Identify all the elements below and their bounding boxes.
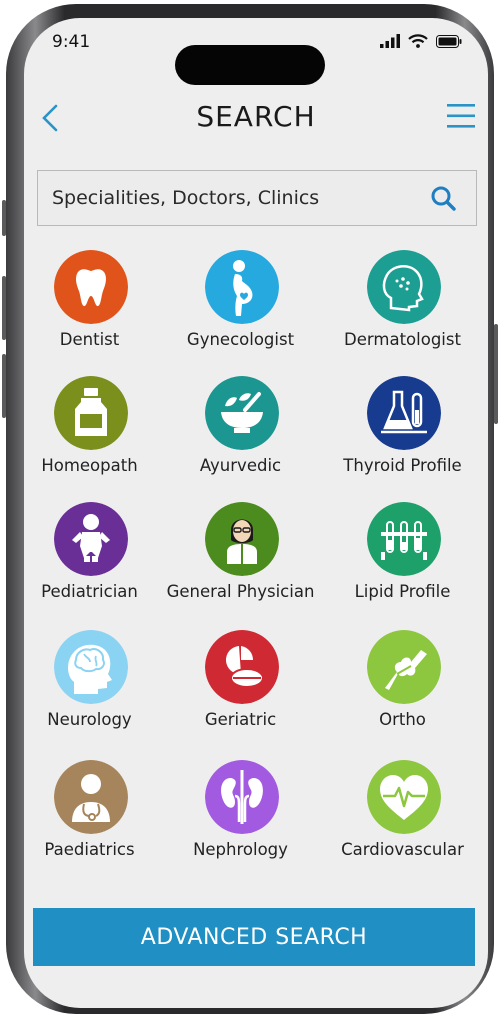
- bone-joint-icon: [367, 630, 441, 704]
- category-paediatrics[interactable]: Paediatrics: [24, 760, 167, 870]
- status-icons: [380, 34, 462, 48]
- category-label: Thyroid Profile: [343, 456, 462, 475]
- search-icon[interactable]: [430, 185, 456, 211]
- lab-flasks-icon: [367, 376, 441, 450]
- category-thyroid-profile[interactable]: Thyroid Profile: [325, 376, 480, 486]
- test-tubes-icon: [367, 502, 441, 576]
- category-circle: [367, 760, 441, 834]
- search-input[interactable]: [48, 171, 426, 225]
- category-label: Homeopath: [41, 456, 138, 475]
- cellular-signal-icon: [380, 34, 400, 48]
- category-circle: [367, 502, 441, 576]
- category-circle: [54, 250, 128, 324]
- category-label: General Physician: [166, 582, 315, 601]
- category-circle: [367, 630, 441, 704]
- volume-down-button: [2, 354, 6, 418]
- category-circle: [205, 376, 279, 450]
- category-dentist[interactable]: Dentist: [24, 250, 167, 360]
- category-label: Gynecologist: [186, 330, 295, 349]
- category-lipid-profile[interactable]: Lipid Profile: [325, 502, 480, 612]
- category-pediatrician[interactable]: Pediatrician: [24, 502, 167, 612]
- category-geriatric[interactable]: Geriatric: [163, 630, 318, 740]
- brain-head-icon: [54, 630, 128, 704]
- baby-icon: [54, 502, 128, 576]
- category-label: Dermatologist: [344, 330, 461, 349]
- category-ortho[interactable]: Ortho: [325, 630, 480, 740]
- category-homeopath[interactable]: Homeopath: [24, 376, 167, 486]
- stethoscope-doctor-icon: [54, 760, 128, 834]
- category-label: Neurology: [47, 710, 132, 729]
- doctor-icon: [205, 502, 279, 576]
- category-circle: [205, 250, 279, 324]
- category-label: Paediatrics: [44, 840, 135, 859]
- volume-up-button: [2, 276, 6, 340]
- search-bar[interactable]: [37, 170, 477, 226]
- power-button: [494, 324, 498, 424]
- heartbeat-icon: [367, 760, 441, 834]
- status-bar: 9:41: [24, 18, 488, 85]
- category-circle: [54, 502, 128, 576]
- page-title: SEARCH: [196, 100, 316, 133]
- category-label: Dentist: [59, 330, 120, 349]
- category-label: Lipid Profile: [354, 582, 451, 601]
- kidneys-icon: [205, 760, 279, 834]
- category-circle: [205, 760, 279, 834]
- action-button: [2, 200, 6, 236]
- advanced-search-button[interactable]: ADVANCED SEARCH: [33, 908, 475, 966]
- category-label: Nephrology: [193, 840, 288, 859]
- app-header: SEARCH: [24, 88, 488, 150]
- pregnancy-icon: [205, 250, 279, 324]
- battery-icon: [436, 34, 462, 48]
- category-circle: [367, 376, 441, 450]
- category-label: Geriatric: [204, 710, 277, 729]
- category-circle: [367, 250, 441, 324]
- status-time: 9:41: [52, 32, 91, 52]
- category-dermatologist[interactable]: Dermatologist: [325, 250, 480, 360]
- category-neurology[interactable]: Neurology: [24, 630, 167, 740]
- phone-frame: 9:41 SEARCH Specialities, Doctors, Clini…: [2, 4, 498, 1014]
- pills-icon: [205, 630, 279, 704]
- medicine-bottle-icon: [54, 376, 128, 450]
- screen: 9:41 SEARCH Specialities, Doctors, Clini…: [24, 18, 488, 1008]
- tooth-icon: [54, 250, 128, 324]
- category-general-physician[interactable]: General Physician: [163, 502, 318, 612]
- category-label: Cardiovascular: [341, 840, 464, 859]
- mortar-pestle-icon: [205, 376, 279, 450]
- category-cardiovascular[interactable]: Cardiovascular: [325, 760, 480, 870]
- wifi-icon: [408, 34, 428, 48]
- category-circle: [205, 502, 279, 576]
- category-circle: [54, 760, 128, 834]
- hamburger-menu-icon[interactable]: [446, 100, 476, 132]
- skin-face-icon: [367, 250, 441, 324]
- category-circle: [54, 376, 128, 450]
- category-nephrology[interactable]: Nephrology: [163, 760, 318, 870]
- dynamic-island: [175, 45, 325, 85]
- category-label: Ayurvedic: [199, 456, 282, 475]
- category-label: Pediatrician: [41, 582, 138, 601]
- category-circle: [205, 630, 279, 704]
- category-ayurvedic[interactable]: Ayurvedic: [163, 376, 318, 486]
- category-gynecologist[interactable]: Gynecologist: [163, 250, 318, 360]
- category-label: Ortho: [379, 710, 426, 729]
- category-circle: [54, 630, 128, 704]
